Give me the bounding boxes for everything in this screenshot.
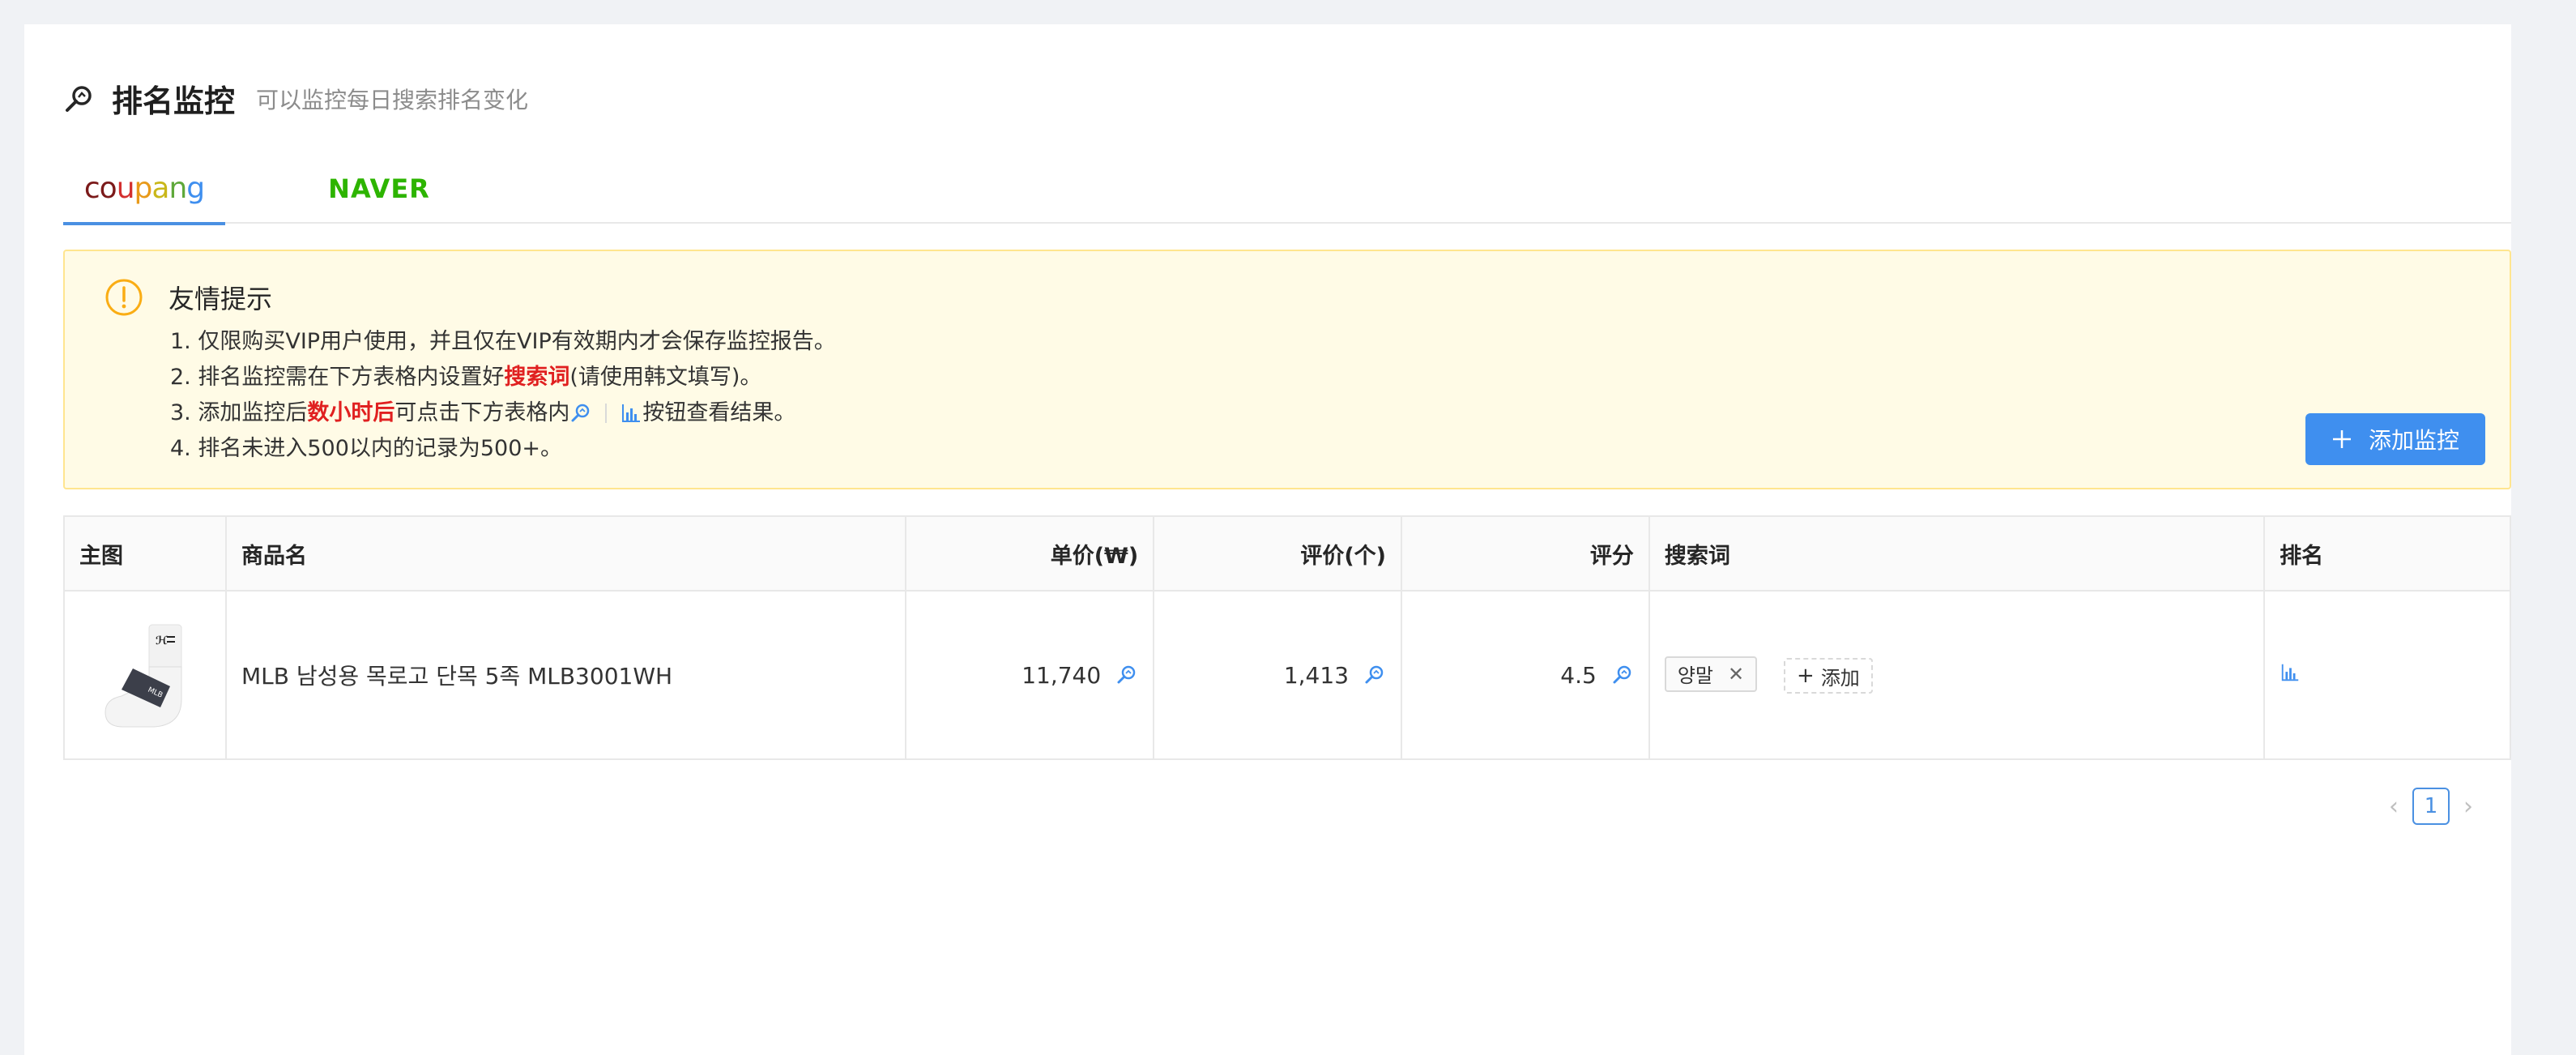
keyword-highlight: 搜索词 bbox=[504, 365, 570, 390]
col-rank: 排名 bbox=[2263, 515, 2511, 592]
rank-cell bbox=[2263, 590, 2511, 760]
bar-chart-icon[interactable] bbox=[2280, 662, 2301, 683]
product-image-cell: MLB ℋ bbox=[63, 590, 227, 760]
product-price: 11,740 bbox=[1021, 661, 1102, 689]
col-rating: 评分 bbox=[1401, 515, 1650, 592]
reviews-search-icon[interactable] bbox=[1363, 664, 1386, 686]
product-image[interactable]: MLB ℋ bbox=[97, 618, 194, 732]
col-name: 商品名 bbox=[224, 515, 907, 592]
add-keyword-button[interactable]: + 添加 bbox=[1784, 658, 1873, 694]
rank-search-icon bbox=[66, 85, 92, 112]
page-item-current[interactable]: 1 bbox=[2412, 788, 2450, 825]
col-keywords: 搜索词 bbox=[1648, 515, 2266, 592]
product-name: MLB 남성용 목로고 단목 5족 MLB3001WH bbox=[224, 590, 907, 760]
main-card: 排名监控 可以监控每日搜索排名变化 coupang NAVER 友情提示 1. … bbox=[24, 24, 2511, 1055]
platform-tabs: coupang NAVER bbox=[63, 154, 2511, 225]
reviews-cell: 1,413 bbox=[1153, 590, 1403, 760]
prev-page-chevron-icon[interactable]: ‹ bbox=[2375, 788, 2412, 825]
product-reviews: 1,413 bbox=[1283, 661, 1350, 689]
coupang-logo: coupang bbox=[83, 171, 205, 205]
page-title: 排名监控 bbox=[112, 83, 236, 119]
add-monitor-button[interactable]: 添加监控 bbox=[2305, 413, 2485, 465]
tab-coupang[interactable]: coupang bbox=[63, 154, 225, 225]
monitor-table: 主图 商品名 单价(₩) 评价(个) 评分 搜索词 排名 MLB ℋ MLB 남… bbox=[63, 515, 2511, 760]
notice-item-1: 1. 仅限购买VIP用户使用，并且仅在VIP有效期内才会保存监控报告。 bbox=[170, 329, 836, 354]
product-rating: 4.5 bbox=[1560, 661, 1597, 689]
naver-logo: NAVER bbox=[328, 173, 430, 204]
keyword-text: 양말 bbox=[1677, 664, 1713, 688]
notice-item-3: 3. 添加监控后 数小时后 可点击下方表格内 按钮查看结果。 bbox=[170, 395, 836, 431]
tab-naver[interactable]: NAVER bbox=[298, 154, 460, 224]
notice-item-2: 2. 排名监控需在下方表格内设置好 搜索词 (请使用韩文填写)。 bbox=[170, 360, 836, 395]
notice-title: 友情提示 bbox=[168, 284, 273, 314]
warning-icon bbox=[105, 279, 143, 316]
plus-icon: + bbox=[1797, 664, 1815, 689]
table-header-row: 主图 商品名 单价(₩) 评价(个) 评分 搜索词 排名 bbox=[63, 515, 2511, 592]
next-page-chevron-icon[interactable]: › bbox=[2450, 788, 2487, 825]
pagination: ‹ 1 › bbox=[2375, 788, 2487, 825]
col-image: 主图 bbox=[63, 515, 227, 592]
close-icon[interactable]: ✕ bbox=[1728, 663, 1744, 686]
keyword-tag: 양말 ✕ bbox=[1664, 656, 1758, 692]
notice-item-4: 4. 排名未进入500以内的记录为500+。 bbox=[170, 436, 563, 461]
price-search-icon[interactable] bbox=[1115, 664, 1138, 686]
page-subtitle: 可以监控每日搜索排名变化 bbox=[256, 86, 529, 113]
tips-notice: 友情提示 1. 仅限购买VIP用户使用，并且仅在VIP有效期内才会保存监控报告。… bbox=[63, 250, 2511, 489]
icon-separator bbox=[605, 404, 608, 423]
bar-chart-icon bbox=[622, 404, 641, 422]
price-cell: 11,740 bbox=[905, 590, 1155, 760]
search-detail-icon bbox=[571, 404, 590, 422]
notice-list: 1. 仅限购买VIP用户使用，并且仅在VIP有效期内才会保存监控报告。 2. 排… bbox=[170, 324, 836, 467]
table-row: MLB ℋ MLB 남성용 목로고 단목 5족 MLB3001WH 11,740 bbox=[63, 590, 2511, 760]
svg-text:ℋ: ℋ bbox=[156, 634, 168, 647]
keywords-cell: 양말 ✕ + 添加 bbox=[1648, 590, 2266, 760]
rating-cell: 4.5 bbox=[1401, 590, 1650, 760]
col-price: 单价(₩) bbox=[905, 515, 1155, 592]
hours-highlight: 数小时后 bbox=[307, 400, 395, 425]
page-header: 排名监控 可以监控每日搜索排名变化 bbox=[63, 76, 528, 121]
rating-search-icon[interactable] bbox=[1611, 664, 1634, 686]
col-reviews: 评价(个) bbox=[1153, 515, 1403, 592]
plus-icon bbox=[2332, 430, 2351, 448]
